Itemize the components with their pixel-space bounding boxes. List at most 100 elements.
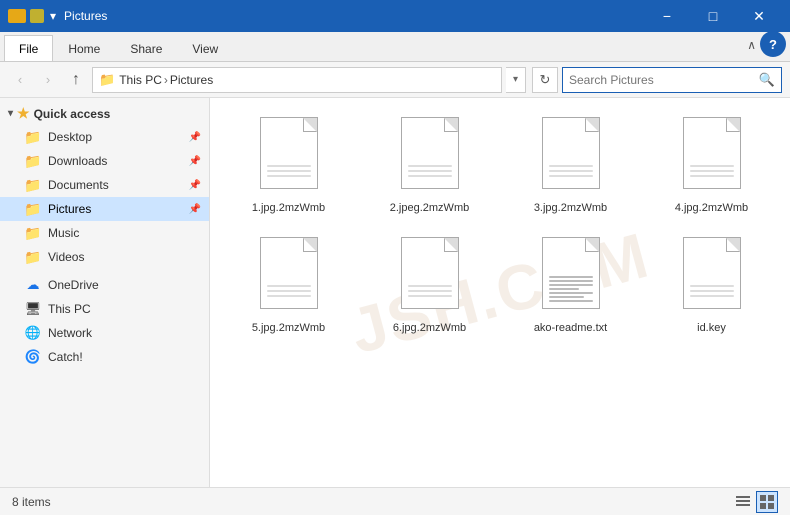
chevron-icon: ▾ [8, 108, 13, 119]
back-button[interactable]: ‹ [8, 68, 32, 92]
close-button[interactable]: ✕ [736, 0, 782, 32]
file-name-2: 3.jpg.2mzWmb [534, 201, 607, 215]
pin-indicator-3: 📌 [189, 180, 201, 191]
onedrive-icon: ☁ [24, 276, 42, 294]
sidebar-item-pictures[interactable]: 📁 Pictures 📌 [0, 197, 209, 221]
sidebar-item-documents[interactable]: 📁 Documents 📌 [0, 173, 209, 197]
dropdown-arrow: ▾ [50, 9, 56, 23]
pin-indicator: 📌 [189, 132, 201, 143]
tab-view[interactable]: View [177, 35, 233, 61]
file-icon-1 [395, 117, 465, 197]
file-item-3[interactable]: 4.jpg.2mzWmb [645, 110, 778, 222]
file-icon-3 [677, 117, 747, 197]
downloads-label: Downloads [48, 154, 107, 168]
search-icon[interactable]: 🔍 [759, 72, 775, 88]
line [690, 295, 734, 297]
file-page-2 [542, 117, 600, 189]
path-folder-icon: 📁 [99, 72, 115, 88]
list-view-button[interactable] [732, 491, 754, 513]
file-page-5 [401, 237, 459, 309]
file-area: JSH.COM 1.jpg.2mzWmb [210, 98, 790, 487]
file-icon-7 [677, 237, 747, 317]
forward-button[interactable]: › [36, 68, 60, 92]
line [549, 288, 580, 290]
sidebar-item-desktop[interactable]: 📁 Desktop 📌 [0, 125, 209, 149]
path-part-thispc: This PC [119, 73, 162, 87]
file-page-7 [683, 237, 741, 309]
file-item-5[interactable]: 6.jpg.2mzWmb [363, 230, 496, 342]
line [549, 284, 593, 286]
file-item-6[interactable]: ako-readme.txt [504, 230, 637, 342]
file-icon-6 [536, 237, 606, 317]
pictures-label: Pictures [48, 202, 91, 216]
file-item-2[interactable]: 3.jpg.2mzWmb [504, 110, 637, 222]
tab-home[interactable]: Home [53, 35, 115, 61]
file-page-lines-0 [267, 165, 311, 180]
help-button[interactable]: ? [760, 31, 786, 57]
file-page-fold-0 [303, 118, 317, 132]
star-icon: ★ [17, 105, 30, 122]
line [408, 175, 452, 177]
file-icon-4 [254, 237, 324, 317]
documents-label: Documents [48, 178, 109, 192]
sidebar-item-thispc[interactable]: 🖥 This PC [0, 297, 209, 321]
maximize-button[interactable]: □ [690, 0, 736, 32]
file-icon-0 [254, 117, 324, 197]
line [690, 290, 734, 292]
up-button[interactable]: ↑ [64, 68, 88, 92]
file-page-fold-6 [585, 238, 599, 252]
file-item-7[interactable]: id.key [645, 230, 778, 342]
network-label: Network [48, 326, 92, 340]
sidebar-item-videos[interactable]: 📁 Videos [0, 245, 209, 269]
line [549, 292, 593, 294]
title-bar-icons: ▾ [8, 9, 56, 23]
file-page-lines-4 [267, 285, 311, 300]
line [690, 175, 734, 177]
file-name-1: 2.jpeg.2mzWmb [390, 201, 469, 215]
file-item-1[interactable]: 2.jpeg.2mzWmb [363, 110, 496, 222]
sidebar-item-network[interactable]: 🌐 Network [0, 321, 209, 345]
line [690, 170, 734, 172]
line [549, 276, 593, 278]
file-name-3: 4.jpg.2mzWmb [675, 201, 748, 215]
line [267, 295, 311, 297]
sidebar-item-catch[interactable]: 🌀 Catch! [0, 345, 209, 369]
line [267, 285, 311, 287]
file-item-0[interactable]: 1.jpg.2mzWmb [222, 110, 355, 222]
address-path[interactable]: 📁 This PC › Pictures [92, 67, 502, 93]
line [690, 165, 734, 167]
file-icon-5 [395, 237, 465, 317]
address-dropdown-button[interactable]: ▾ [506, 67, 526, 93]
file-page-6 [542, 237, 600, 309]
onedrive-label: OneDrive [48, 278, 99, 292]
file-page-0 [260, 117, 318, 189]
sidebar-item-downloads[interactable]: 📁 Downloads 📌 [0, 149, 209, 173]
sidebar-item-onedrive[interactable]: ☁ OneDrive [0, 273, 209, 297]
file-page-fold-5 [444, 238, 458, 252]
minimize-button[interactable]: − [644, 0, 690, 32]
refresh-button[interactable]: ↻ [532, 67, 558, 93]
file-page-fold-2 [585, 118, 599, 132]
tab-file[interactable]: File [4, 35, 53, 61]
file-page-lines-2 [549, 165, 593, 180]
file-name-4: 5.jpg.2mzWmb [252, 321, 325, 335]
line [267, 165, 311, 167]
window-controls: − □ ✕ [644, 0, 782, 32]
sidebar-item-music[interactable]: 📁 Music [0, 221, 209, 245]
file-page-lines-7 [690, 285, 734, 300]
file-icon-2 [536, 117, 606, 197]
expand-ribbon-button[interactable]: ∧ [747, 38, 756, 52]
catch-icon: 🌀 [24, 348, 42, 366]
line [408, 165, 452, 167]
quick-access-header[interactable]: ▾ ★ Quick access [0, 102, 209, 125]
file-item-4[interactable]: 5.jpg.2mzWmb [222, 230, 355, 342]
thispc-label: This PC [48, 302, 91, 316]
quick-access-label: Quick access [34, 107, 111, 121]
tab-share[interactable]: Share [115, 35, 177, 61]
icon-view-button[interactable] [756, 491, 778, 513]
file-page-lines-5 [408, 285, 452, 300]
file-page-fold-3 [726, 118, 740, 132]
search-input[interactable] [569, 73, 759, 87]
thispc-icon: 🖥 [24, 300, 42, 318]
item-count: 8 items [12, 495, 51, 509]
